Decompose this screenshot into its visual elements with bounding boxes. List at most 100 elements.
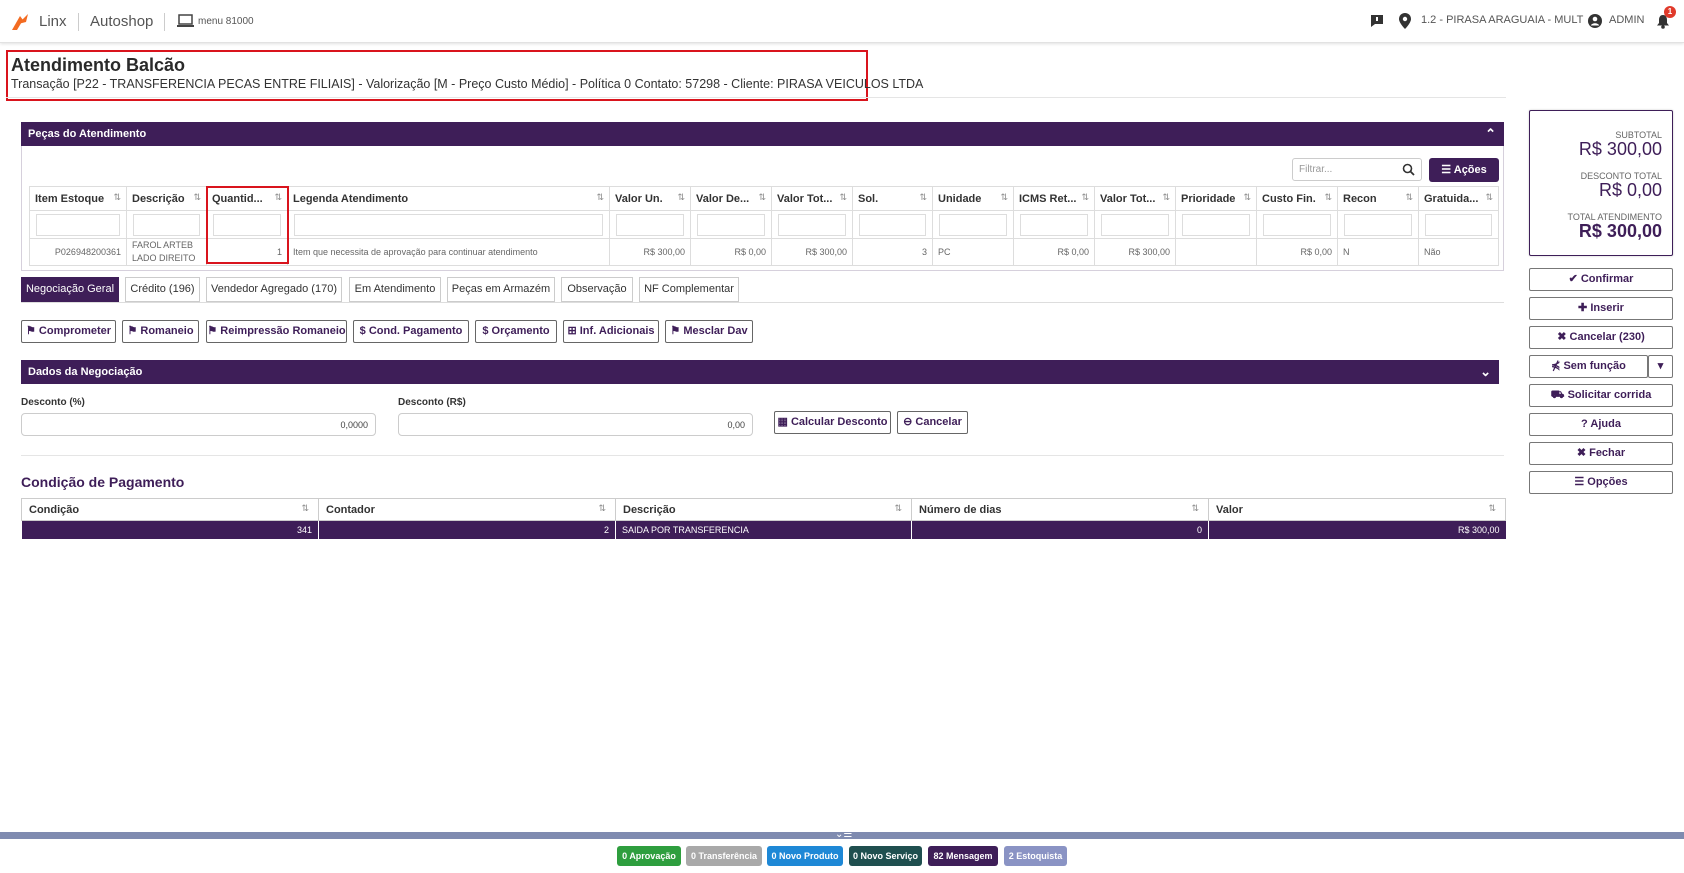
- search-icon[interactable]: [1402, 163, 1415, 176]
- orcamento-button[interactable]: $ Orçamento: [475, 320, 557, 343]
- solicitar-corrida-button[interactable]: ⛟ Solicitar corrida: [1529, 384, 1673, 407]
- badge-transferencia[interactable]: 0 Transferência: [686, 846, 762, 866]
- ajuda-button[interactable]: ? Ajuda: [1529, 413, 1673, 436]
- column-header[interactable]: Prioridade ⇅: [1175, 186, 1257, 211]
- column-header[interactable]: Contador ⇅: [318, 498, 616, 521]
- column-header[interactable]: Descrição ⇅: [126, 186, 207, 211]
- opcoes-button[interactable]: ☰ Opções: [1529, 471, 1673, 494]
- sort-icon[interactable]: ⇅: [1191, 503, 1199, 514]
- column-filter[interactable]: [1175, 210, 1257, 239]
- column-header[interactable]: Valor ⇅: [1208, 498, 1506, 521]
- sort-icon[interactable]: ⇅: [1000, 192, 1008, 203]
- column-filter[interactable]: [690, 210, 772, 239]
- sort-icon[interactable]: ⇅: [1488, 503, 1496, 514]
- acoes-button[interactable]: ☰ Ações: [1429, 158, 1499, 182]
- sem-funcao-dropdown[interactable]: ▾: [1648, 355, 1673, 378]
- negociacao-panel-header[interactable]: Dados da Negociação ⌄: [21, 360, 1499, 384]
- table-row[interactable]: 341 2 SAIDA POR TRANSFERENCIA 0 R$ 300,0…: [21, 520, 1506, 539]
- sort-icon[interactable]: ⇅: [1081, 192, 1089, 203]
- cancelar-button[interactable]: ✖ Cancelar (230): [1529, 326, 1673, 349]
- column-filter[interactable]: [1094, 210, 1176, 239]
- column-filter[interactable]: [29, 210, 127, 239]
- column-header[interactable]: Valor Tot... ⇅: [1094, 186, 1176, 211]
- column-filter[interactable]: [609, 210, 691, 239]
- sort-icon[interactable]: ⇅: [919, 192, 927, 203]
- sort-icon[interactable]: ⇅: [596, 192, 604, 203]
- column-header[interactable]: Valor Un. ⇅: [609, 186, 691, 211]
- fechar-button[interactable]: ✖ Fechar: [1529, 442, 1673, 465]
- menu-label[interactable]: menu 81000: [198, 16, 254, 27]
- calcular-desconto-button[interactable]: ▦ Calcular Desconto: [774, 411, 891, 434]
- sort-icon[interactable]: ⇅: [301, 503, 309, 514]
- badge-novo-servico[interactable]: 0 Novo Serviço: [849, 846, 922, 866]
- confirmar-button[interactable]: ✔ Confirmar: [1529, 268, 1673, 291]
- column-header[interactable]: Legenda Atendimento ⇅: [287, 186, 610, 211]
- column-header[interactable]: Condição ⇅: [21, 498, 319, 521]
- cancelar-desconto-button[interactable]: ⊖ Cancelar: [897, 411, 968, 434]
- column-header[interactable]: ICMS Ret... ⇅: [1013, 186, 1095, 211]
- column-header[interactable]: Valor Tot... ⇅: [771, 186, 853, 211]
- sem-funcao-button[interactable]: ⋠ Sem função: [1529, 355, 1648, 378]
- chevron-up-icon[interactable]: ⌃: [1485, 122, 1496, 146]
- column-header[interactable]: Gratuida... ⇅: [1418, 186, 1499, 211]
- filter-input[interactable]: Filtrar...: [1292, 158, 1422, 181]
- column-filter[interactable]: [1256, 210, 1338, 239]
- sort-icon[interactable]: ⇅: [1162, 192, 1170, 203]
- badge-aprovacao[interactable]: 0 Aprovação: [617, 846, 681, 866]
- sort-icon[interactable]: ⇅: [758, 192, 766, 203]
- column-header[interactable]: Custo Fin. ⇅: [1256, 186, 1338, 211]
- inf-adicionais-button[interactable]: ⊞ Inf. Adicionais: [563, 320, 659, 343]
- laptop-icon[interactable]: [177, 14, 194, 28]
- tab-observacao[interactable]: Observação: [561, 277, 633, 302]
- column-header[interactable]: Descrição ⇅: [615, 498, 912, 521]
- sort-icon[interactable]: ⇅: [1405, 192, 1413, 203]
- tab-pecas-armazem[interactable]: Peças em Armazém: [447, 277, 555, 302]
- mesclar-dav-button[interactable]: ⚑ Mesclar Dav: [665, 320, 753, 343]
- drawer-handle-icon[interactable]: ⌄☰: [835, 829, 852, 840]
- comprometer-button[interactable]: ⚑ Comprometer: [21, 320, 116, 343]
- sort-icon[interactable]: ⇅: [1243, 192, 1251, 203]
- tab-nf-complementar[interactable]: NF Complementar: [639, 277, 739, 302]
- sort-icon[interactable]: ⇅: [1485, 192, 1493, 203]
- column-header[interactable]: Valor De... ⇅: [690, 186, 772, 211]
- user-name[interactable]: ADMIN: [1609, 14, 1644, 26]
- chevron-down-icon[interactable]: ⌄: [1480, 360, 1491, 384]
- column-filter[interactable]: [852, 210, 933, 239]
- badge-mensagem[interactable]: 82 Mensagem: [928, 846, 998, 866]
- sort-icon[interactable]: ⇅: [839, 192, 847, 203]
- sort-icon[interactable]: ⇅: [193, 192, 201, 203]
- desconto-rs-input[interactable]: 0,00: [398, 413, 753, 436]
- pecas-panel-header[interactable]: Peças do Atendimento ⌃: [21, 122, 1504, 146]
- badge-novo-produto[interactable]: 0 Novo Produto: [767, 846, 843, 866]
- sort-icon[interactable]: ⇅: [598, 503, 606, 514]
- column-header[interactable]: Recon ⇅: [1337, 186, 1419, 211]
- column-filter[interactable]: [932, 210, 1014, 239]
- inserir-button[interactable]: ✚ Inserir: [1529, 297, 1673, 320]
- column-filter[interactable]: [1013, 210, 1095, 239]
- sort-icon[interactable]: ⇅: [677, 192, 685, 203]
- column-filter[interactable]: [1418, 210, 1499, 239]
- column-filter[interactable]: [287, 210, 610, 239]
- cond-pagamento-button[interactable]: $ Cond. Pagamento: [353, 320, 469, 343]
- column-filter[interactable]: [126, 210, 207, 239]
- location-label[interactable]: 1.2 - PIRASA ARAGUAIA - MULT: [1421, 14, 1583, 26]
- chat-icon[interactable]: [1370, 14, 1384, 28]
- desconto-pct-input[interactable]: 0,0000: [21, 413, 376, 436]
- sort-icon[interactable]: ⇅: [113, 192, 121, 203]
- column-header[interactable]: Sol. ⇅: [852, 186, 933, 211]
- user-icon[interactable]: [1588, 14, 1602, 28]
- tab-credito[interactable]: Crédito (196): [125, 277, 200, 302]
- column-filter[interactable]: [771, 210, 853, 239]
- sort-icon[interactable]: ⇅: [894, 503, 902, 514]
- reimpressao-romaneio-button[interactable]: ⚑ Reimpressão Romaneio: [206, 320, 347, 343]
- sort-icon[interactable]: ⇅: [1324, 192, 1332, 203]
- tab-em-atendimento[interactable]: Em Atendimento: [349, 277, 441, 302]
- column-header[interactable]: Número de dias ⇅: [911, 498, 1209, 521]
- badge-estoquista[interactable]: 2 Estoquista: [1004, 846, 1067, 866]
- column-filter[interactable]: [1337, 210, 1419, 239]
- column-header[interactable]: Item Estoque ⇅: [29, 186, 127, 211]
- tab-negociacao-geral[interactable]: Negociação Geral: [21, 277, 119, 302]
- tab-vendedor-agregado[interactable]: Vendedor Agregado (170): [206, 277, 342, 302]
- column-header[interactable]: Unidade ⇅: [932, 186, 1014, 211]
- romaneio-button[interactable]: ⚑ Romaneio: [122, 320, 199, 343]
